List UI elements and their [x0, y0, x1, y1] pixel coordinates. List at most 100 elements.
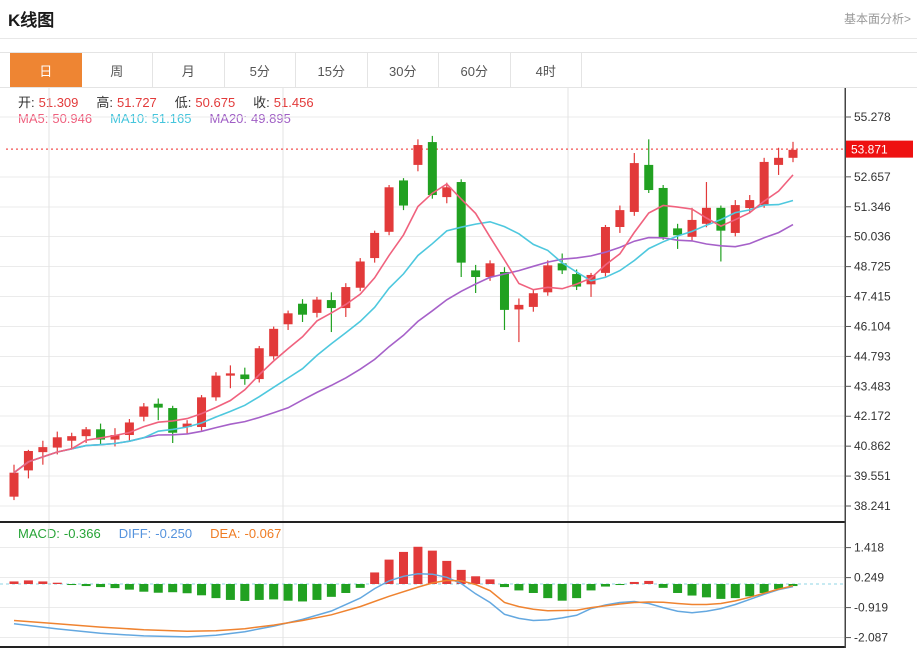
candle-body: [67, 436, 76, 441]
macd-bar: [644, 581, 653, 584]
candle-body: [514, 305, 523, 310]
macd-bar: [183, 584, 192, 593]
candle-body: [413, 145, 422, 165]
title-divider: [0, 38, 917, 39]
axis-label: 43.483: [854, 379, 891, 393]
macd-bar: [587, 584, 596, 590]
candle-body: [139, 406, 148, 416]
macd-bar: [514, 584, 523, 590]
tab-60分[interactable]: 60分: [439, 53, 511, 87]
macd-bar: [543, 584, 552, 598]
tab-30分[interactable]: 30分: [368, 53, 440, 87]
candle-body: [269, 329, 278, 356]
axis-label: -0.919: [854, 601, 888, 615]
candle-body: [327, 300, 336, 308]
macd-bar: [10, 581, 19, 584]
candle-body: [240, 375, 249, 380]
macd-bar: [601, 584, 610, 587]
candle-body: [630, 163, 639, 212]
axis-label: -2.087: [854, 631, 888, 645]
candle-body: [457, 182, 466, 263]
interval-tabs: 日周月5分15分30分60分4时: [0, 52, 917, 88]
candle-body: [385, 187, 394, 232]
macd-bar: [24, 580, 33, 584]
axis-label: 52.657: [854, 170, 891, 184]
candle-body: [10, 473, 19, 497]
tab-月[interactable]: 月: [153, 53, 225, 87]
candle-body: [226, 373, 235, 375]
tab-15分[interactable]: 15分: [296, 53, 368, 87]
candle-body: [659, 188, 668, 237]
macd-bar: [211, 584, 220, 598]
candle-body: [471, 270, 480, 277]
macd-bar: [428, 551, 437, 584]
macd-bar: [341, 584, 350, 593]
macd-bar: [745, 584, 754, 596]
macd-bar: [67, 584, 76, 585]
tab-周[interactable]: 周: [82, 53, 154, 87]
axis-label: 47.415: [854, 290, 891, 304]
candle-body: [399, 180, 408, 205]
axis-label: 39.551: [854, 469, 891, 483]
macd-bar: [139, 584, 148, 592]
macd-bar: [82, 584, 91, 586]
macd-bar: [399, 552, 408, 584]
axis-label: 42.172: [854, 409, 891, 423]
candle-body: [529, 293, 538, 307]
candle-body: [745, 200, 754, 208]
macd-bar: [702, 584, 711, 597]
tab-5分[interactable]: 5分: [225, 53, 297, 87]
candle-body: [774, 158, 783, 165]
macd-bar: [659, 584, 668, 588]
macd-bar: [96, 584, 105, 587]
macd-bar: [269, 584, 278, 599]
macd-bar: [38, 581, 47, 584]
fundamental-analysis-link[interactable]: 基本面分析>: [844, 10, 911, 27]
macd-bar: [168, 584, 177, 592]
macd-bar: [240, 584, 249, 601]
macd-histogram: [10, 547, 798, 602]
axis-label: 48.725: [854, 260, 891, 274]
kline-chart-svg[interactable]: 55.27852.65751.34650.03648.72547.41546.1…: [0, 88, 917, 653]
macd-bar: [615, 584, 624, 585]
macd-bar: [197, 584, 206, 595]
tab-日[interactable]: 日: [10, 53, 82, 87]
candle-body: [356, 261, 365, 287]
macd-bar: [226, 584, 235, 600]
axis-label: 1.418: [854, 541, 884, 555]
axis-label: 40.862: [854, 439, 891, 453]
candle-body: [442, 187, 451, 197]
macd-bar: [370, 572, 379, 584]
macd-bar: [284, 584, 293, 601]
macd-bar: [327, 584, 336, 597]
candle-body: [53, 437, 62, 447]
macd-bar: [154, 584, 163, 593]
tab-4时[interactable]: 4时: [511, 53, 583, 87]
axis-label: 44.793: [854, 349, 891, 363]
candle-body: [154, 404, 163, 408]
candle-body: [644, 165, 653, 190]
macd-bar: [673, 584, 682, 593]
macd-bar: [312, 584, 321, 600]
macd-bar: [255, 584, 264, 600]
macd-bar: [500, 584, 509, 587]
macd-bar: [413, 547, 422, 584]
macd-bar: [558, 584, 567, 601]
candle-body: [789, 150, 798, 158]
last-price-badge-text: 53.871: [851, 143, 888, 157]
kline-page: K线图 基本面分析> 日周月5分15分30分60分4时 开:51.309高:51…: [0, 0, 917, 653]
candle-body: [211, 376, 220, 398]
macd-bar: [529, 584, 538, 593]
macd-bar: [53, 583, 62, 584]
macd-bar: [110, 584, 119, 588]
candle-body: [500, 272, 509, 310]
candle-body: [601, 227, 610, 273]
macd-bar: [789, 584, 798, 586]
macd-bar: [125, 584, 134, 590]
candles: [10, 136, 798, 500]
candle-body: [486, 263, 495, 277]
macd-bar: [572, 584, 581, 598]
axis-label: 0.249: [854, 571, 884, 585]
macd-bar: [356, 584, 365, 588]
axis-label: 51.346: [854, 200, 891, 214]
